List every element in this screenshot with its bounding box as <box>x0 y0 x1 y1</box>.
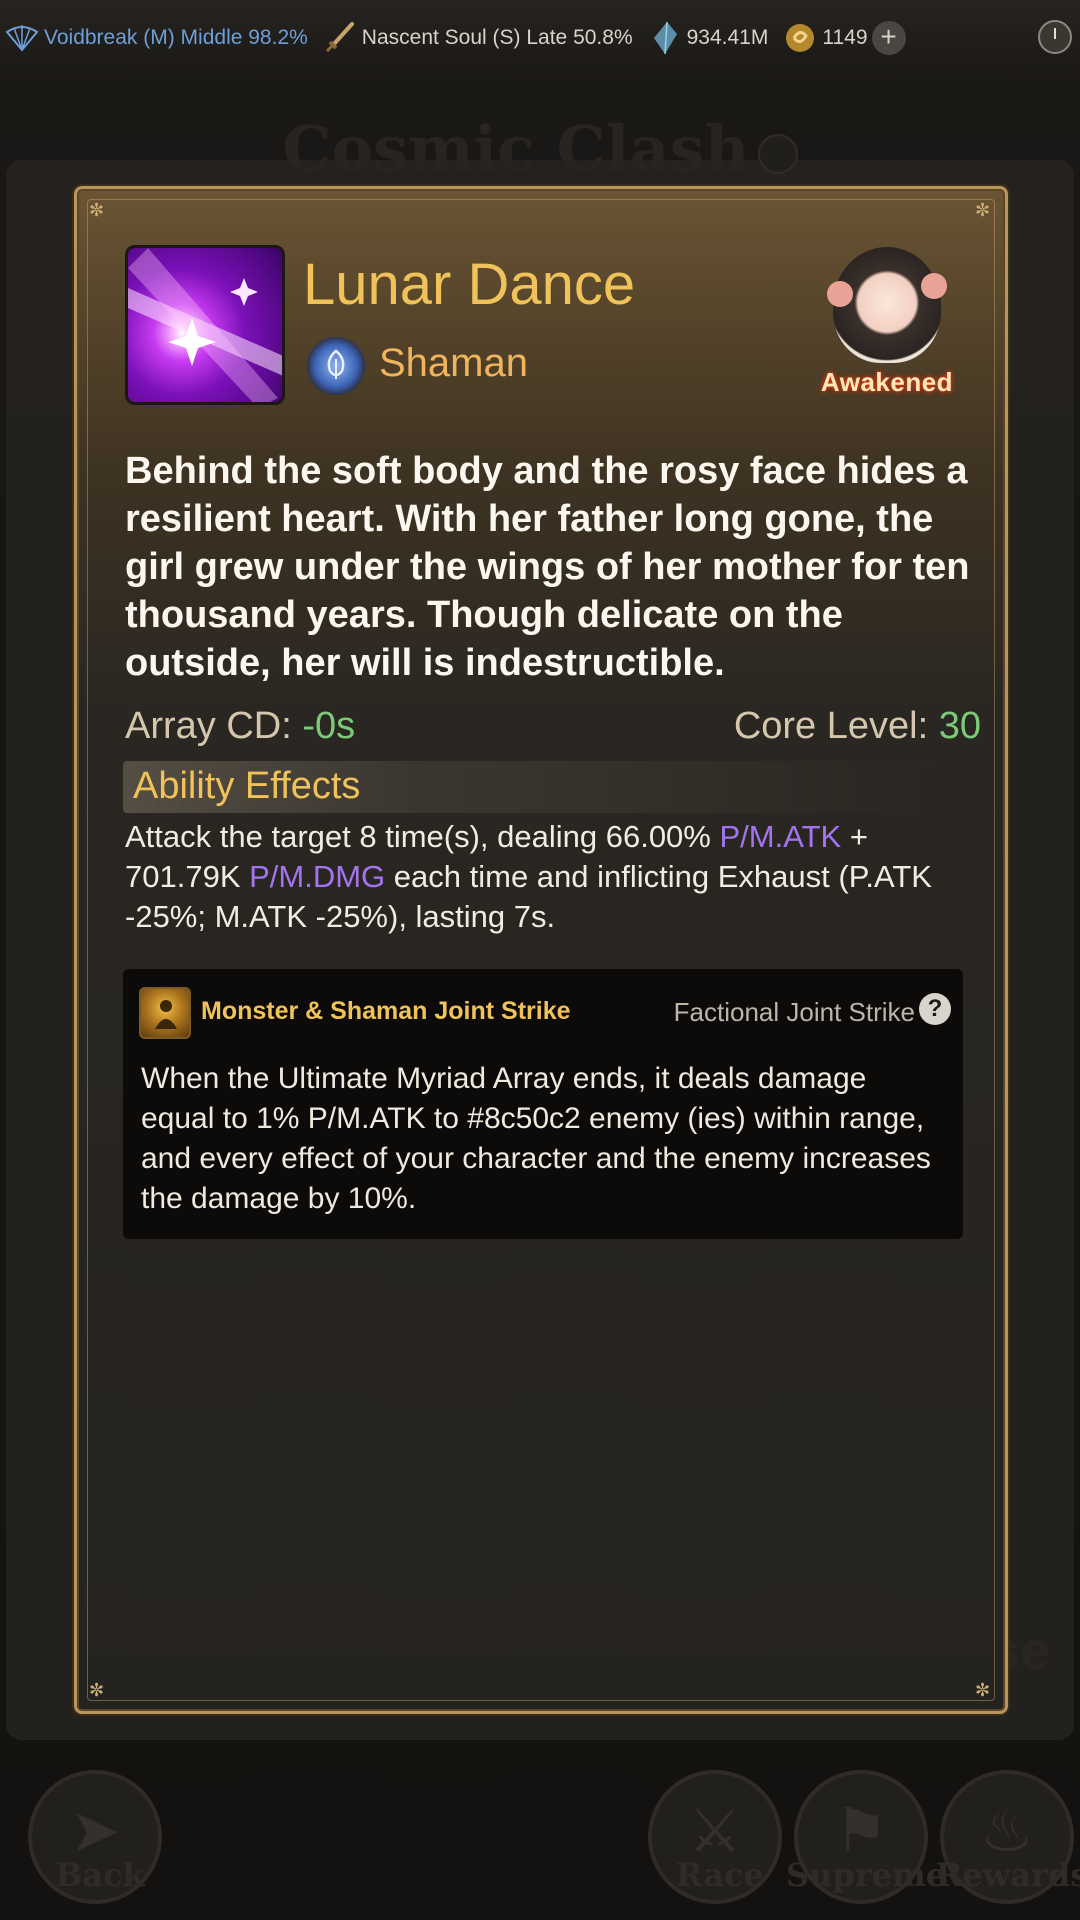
race-button[interactable]: ⚔ Race <box>648 1770 782 1904</box>
supreme-button[interactable]: ⚑ Supreme <box>786 1770 946 1904</box>
coin-icon <box>782 20 818 56</box>
array-cd-value: -0s <box>302 705 356 747</box>
ability-effects-title: Ability Effects <box>133 765 361 807</box>
clock-icon[interactable] <box>1038 20 1072 54</box>
supreme-label: Supreme <box>786 1856 947 1894</box>
question-icon[interactable]: ? <box>919 993 951 1025</box>
corner-ornament-icon: ✼ <box>89 1680 105 1700</box>
core-level-label: Core Level: <box>733 705 939 747</box>
ability-effects-header: Ability Effects <box>123 761 937 813</box>
corner-ornament-icon: ✼ <box>975 1680 991 1700</box>
modal-inner-border <box>87 199 995 1701</box>
effect-highlight-atk: P/M.ATK <box>719 819 842 854</box>
cultivation-text: Nascent Soul (S) Late 50.8% <box>361 26 633 49</box>
array-cd-label: Array CD: <box>125 705 303 747</box>
sword-icon <box>322 20 358 56</box>
joint-strike-type: Factional Joint Strike <box>673 997 915 1027</box>
lunar-burst-icon <box>125 245 285 405</box>
spirit-stones-value: 934.41M <box>686 26 769 49</box>
top-status-bar: Voidbreak (M) Middle 98.2% Nascent Soul … <box>0 0 1080 76</box>
gold-value: 1149 <box>822 26 868 49</box>
realm-text: Voidbreak (M) Middle 98.2% <box>44 26 308 49</box>
skill-lore: Behind the soft body and the rosy face h… <box>125 450 970 684</box>
effect-text-part: Attack the target 8 time(s), dealing 66.… <box>125 819 720 854</box>
core-level-value: 30 <box>938 705 981 747</box>
rewards-label: Rewards <box>935 1856 1080 1894</box>
rewards-button[interactable]: ♨ Rewards <box>936 1770 1080 1904</box>
joint-strike-icon <box>139 987 191 1039</box>
array-cd: Array CD: -0s <box>125 705 355 748</box>
flower-icon <box>921 273 947 299</box>
joint-strike-title: Monster & Shaman Joint Strike <box>201 997 571 1025</box>
flower-icon <box>827 281 853 307</box>
skill-name: Lunar Dance <box>303 252 636 317</box>
cultivation-status: Nascent Soul (S) Late 50.8% <box>322 20 633 56</box>
back-label: Back <box>55 1856 145 1894</box>
effect-highlight-dmg: P/M.DMG <box>249 859 386 894</box>
character-portrait[interactable] <box>827 245 947 385</box>
core-level: Core Level: 30 <box>734 705 981 748</box>
corner-ornament-icon: ✼ <box>89 200 105 220</box>
awakened-badge: Awakened <box>820 367 954 397</box>
joint-strike-description: When the Ultimate Myriad Array ends, it … <box>141 1062 931 1215</box>
corner-ornament-icon: ✼ <box>975 200 991 220</box>
joint-strike-panel: Monster & Shaman Joint Strike Factional … <box>123 969 963 1239</box>
spirit-stones-status: 934.41M <box>647 20 769 56</box>
bottom-nav: ➤ Back ⚔ Race ⚑ Supreme ♨ Rewards <box>0 1770 1080 1920</box>
back-button[interactable]: ➤ Back <box>28 1770 162 1904</box>
ability-effect-description: Attack the target 8 time(s), dealing 66.… <box>125 817 985 937</box>
realm-status: Voidbreak (M) Middle 98.2% <box>4 20 308 56</box>
gold-status: 1149 + <box>782 20 906 56</box>
skill-detail-modal: ✼ ✼ ✼ ✼ Lunar Dance Shaman Awakened Behi… <box>74 186 1008 1714</box>
portrait-face <box>833 247 941 363</box>
fan-icon <box>4 20 40 56</box>
stat-row: Array CD: -0s Core Level: 30 <box>125 705 981 755</box>
shaman-emblem-icon <box>307 337 365 395</box>
plus-icon[interactable]: + <box>871 21 906 55</box>
class-name: Shaman <box>379 341 528 385</box>
race-label: Race <box>676 1856 764 1894</box>
crystal-icon <box>647 20 683 56</box>
